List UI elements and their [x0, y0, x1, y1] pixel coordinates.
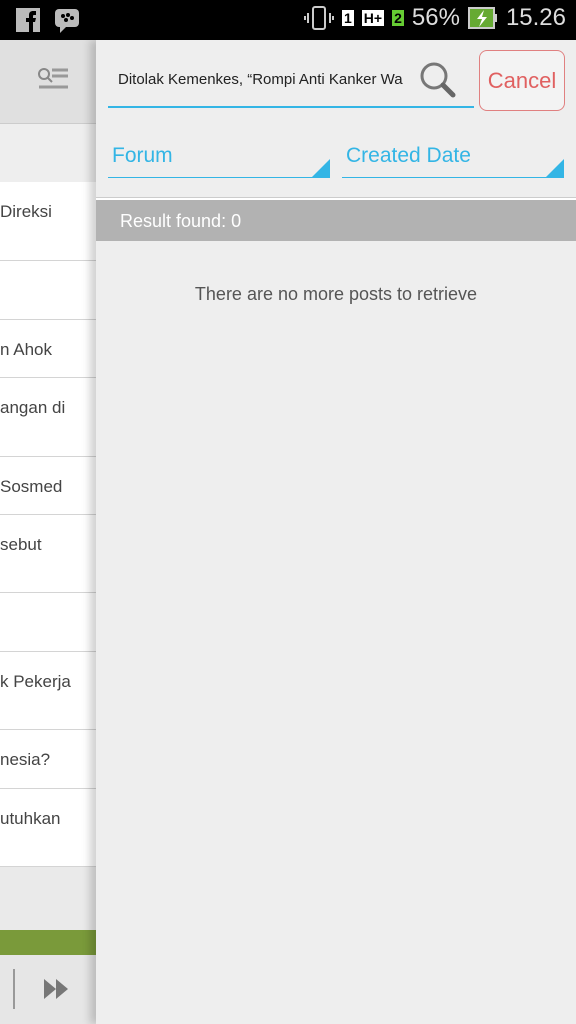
list-item[interactable]: n Ahok — [0, 320, 96, 378]
facebook-icon — [16, 8, 40, 32]
list-item[interactable]: Sosmed — [0, 457, 96, 515]
search-panel: Ditolak Kemenkes, “Rompi Anti Kanker Wa … — [96, 40, 576, 1024]
progress-bar — [0, 930, 96, 955]
network-type-icon: H+ — [361, 10, 385, 26]
bottom-nav — [0, 955, 96, 1024]
list-item[interactable]: utuhkan — [0, 789, 96, 867]
list-item[interactable]: k Pekerja — [0, 652, 96, 730]
result-count: Result found: 0 — [96, 200, 576, 241]
cancel-button[interactable]: Cancel — [479, 50, 565, 111]
list-item[interactable] — [0, 593, 96, 652]
fast-forward-icon[interactable] — [42, 977, 70, 1001]
list-item[interactable]: Direksi — [0, 182, 96, 261]
empty-message: There are no more posts to retrieve — [194, 284, 478, 304]
bbm-icon — [55, 9, 79, 33]
list-item[interactable] — [0, 261, 96, 320]
clock: 15.26 — [505, 4, 566, 31]
search-icon[interactable] — [418, 60, 458, 100]
battery-percent: 56% — [411, 4, 460, 31]
sidebar-panel: Direksi n Ahok angan di Sosmed sebut k P… — [0, 40, 96, 1024]
vibrate-icon — [304, 6, 334, 30]
signal-sim1-icon: 1 — [342, 10, 354, 26]
created-date-dropdown[interactable]: Created Date — [342, 144, 564, 178]
list-item[interactable]: sebut — [0, 515, 96, 593]
signal-sim2-icon: 2 — [392, 10, 404, 26]
battery-charging-icon — [467, 7, 497, 29]
list-item[interactable]: nesia? — [0, 730, 96, 789]
status-bar: 1 H+ 2 56% 15.26 — [0, 0, 576, 40]
forum-dropdown[interactable]: Forum — [108, 144, 330, 178]
search-filter-icon[interactable] — [36, 66, 70, 96]
list-item[interactable]: angan di — [0, 378, 96, 457]
sidebar-header — [0, 40, 96, 124]
